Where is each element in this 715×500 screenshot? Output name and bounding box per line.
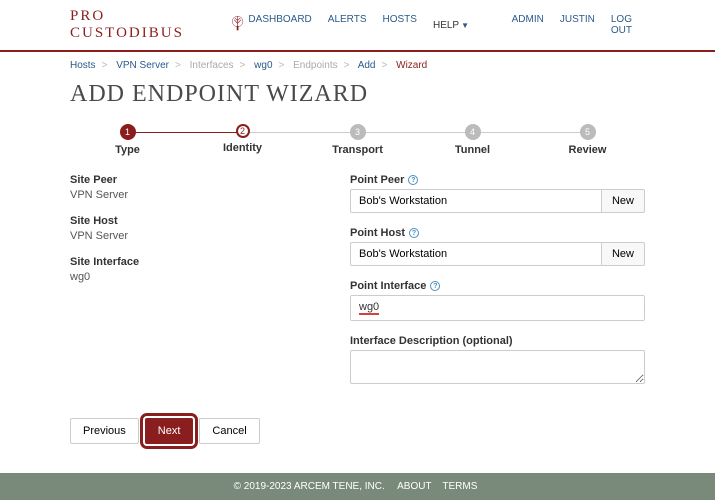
cancel-button[interactable]: Cancel [199, 418, 259, 444]
brand[interactable]: PRO CUSTODIBUS [70, 8, 248, 42]
point-interface-label: Point Interface ? [350, 280, 645, 292]
crumb-endpoints: Endpoints [293, 60, 337, 71]
breadcrumb: Hosts> VPN Server> Interfaces> wg0> Endp… [70, 60, 645, 71]
help-icon[interactable]: ? [408, 175, 418, 185]
description-label: Interface Description (optional) [350, 335, 645, 347]
point-peer-input[interactable] [350, 189, 602, 213]
point-peer-new-button[interactable]: New [602, 189, 645, 213]
crumb-add[interactable]: Add [358, 60, 376, 71]
nav-hosts[interactable]: HOSTS [383, 14, 417, 36]
wizard-actions: Previous Next Cancel [70, 418, 645, 444]
site-peer-value: VPN Server [70, 189, 310, 201]
nav-dashboard[interactable]: DASHBOARD [248, 14, 311, 36]
step-identity[interactable]: 2 Identity [185, 124, 300, 154]
nav-alerts[interactable]: ALERTS [328, 14, 367, 36]
help-icon[interactable]: ? [409, 228, 419, 238]
point-host-new-button[interactable]: New [602, 242, 645, 266]
site-peer-label: Site Peer [70, 174, 310, 186]
footer-terms[interactable]: TERMS [442, 481, 477, 492]
nav-logout[interactable]: LOG OUT [611, 14, 645, 36]
crumb-interfaces: Interfaces [190, 60, 234, 71]
point-host-label: Point Host ? [350, 227, 645, 239]
top-bar: PRO CUSTODIBUS DASHBOARD ALERTS HOSTS HE… [0, 0, 715, 52]
description-textarea[interactable] [350, 350, 645, 384]
nav-help[interactable]: HELP▼ [433, 14, 469, 36]
site-host-label: Site Host [70, 215, 310, 227]
footer-about[interactable]: ABOUT [397, 481, 431, 492]
wizard-steps: 1 Type 2 Identity 3 Transport 4 Tunnel 5… [70, 124, 645, 156]
chevron-down-icon: ▼ [461, 21, 469, 30]
brand-tree-icon [227, 14, 248, 36]
previous-button[interactable]: Previous [70, 418, 139, 444]
point-host-input[interactable] [350, 242, 602, 266]
footer: © 2019-2023 ARCEM TENE, INC. ABOUT TERMS [0, 473, 715, 500]
left-panel: Site Peer VPN Server Site Host VPN Serve… [70, 174, 310, 402]
crumb-wg0[interactable]: wg0 [254, 60, 272, 71]
site-interface-label: Site Interface [70, 256, 310, 268]
footer-copyright: © 2019-2023 ARCEM TENE, INC. [234, 481, 385, 492]
right-panel: Point Peer ? New Point Host ? New Point … [350, 174, 645, 402]
brand-text: PRO CUSTODIBUS [70, 8, 219, 42]
site-interface-value: wg0 [70, 271, 310, 283]
point-interface-input[interactable]: wg0 [350, 295, 645, 321]
point-peer-label: Point Peer ? [350, 174, 645, 186]
step-review[interactable]: 5 Review [530, 124, 645, 156]
nav-user[interactable]: JUSTIN [560, 14, 595, 36]
step-tunnel[interactable]: 4 Tunnel [415, 124, 530, 156]
main-nav: DASHBOARD ALERTS HOSTS HELP▼ ADMIN JUSTI… [248, 14, 645, 36]
help-icon[interactable]: ? [430, 281, 440, 291]
crumb-wizard: Wizard [396, 60, 427, 71]
step-type[interactable]: 1 Type [70, 124, 185, 156]
nav-admin[interactable]: ADMIN [512, 14, 544, 36]
page-title: ADD ENDPOINT WIZARD [70, 81, 645, 108]
step-transport[interactable]: 3 Transport [300, 124, 415, 156]
next-button[interactable]: Next [145, 418, 194, 444]
crumb-vpn-server[interactable]: VPN Server [116, 60, 169, 71]
crumb-hosts[interactable]: Hosts [70, 60, 96, 71]
site-host-value: VPN Server [70, 230, 310, 242]
